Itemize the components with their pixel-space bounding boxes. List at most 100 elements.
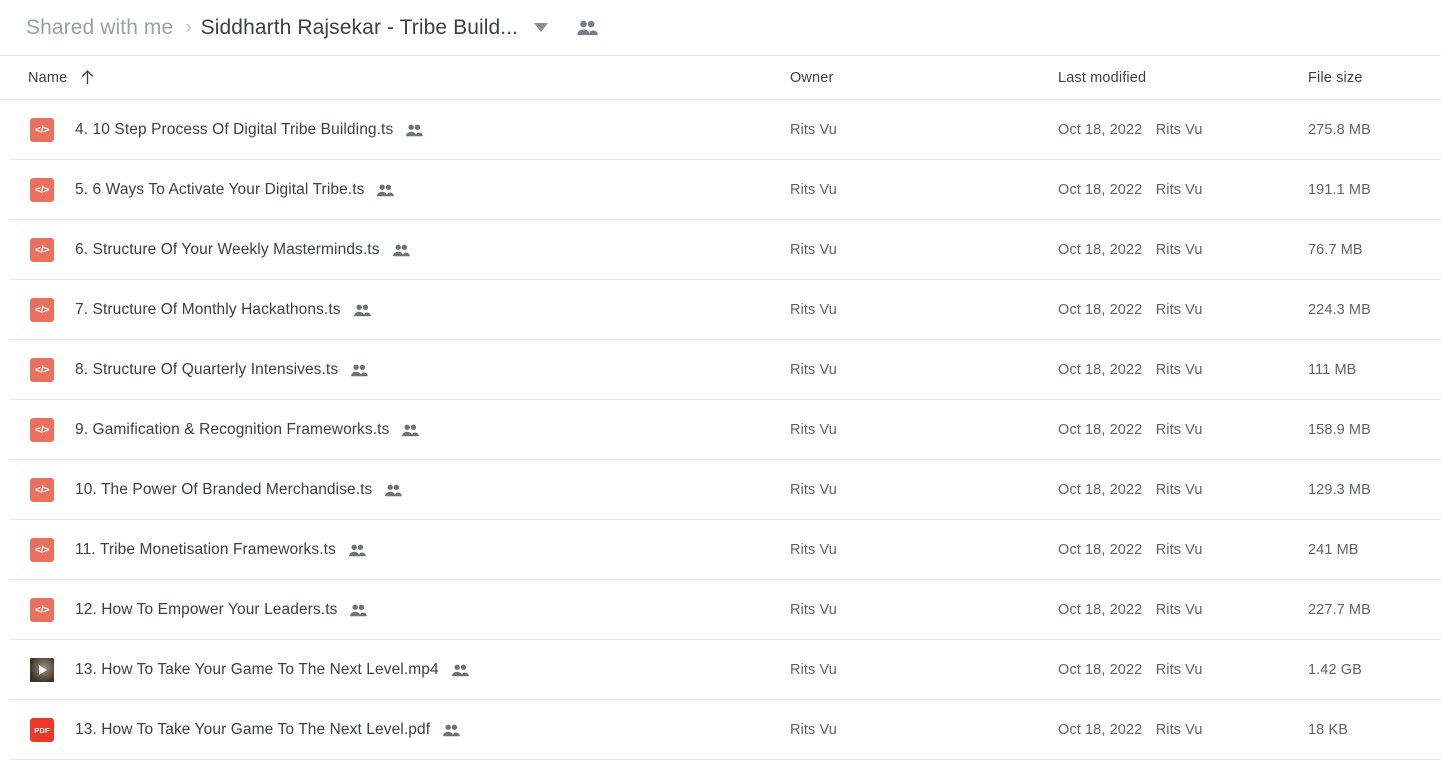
file-owner-cell: Rits Vu [790,121,1058,139]
file-name-label: 8. Structure Of Quarterly Intensives.ts [75,361,339,378]
table-row[interactable]: </> 10. The Power Of Branded Merchandise… [0,460,1441,520]
people-shared-icon [349,601,368,619]
file-size-label: 129.3 MB [1308,482,1371,498]
people-shared-icon [350,361,368,379]
people-shared-icon [376,181,395,199]
arrow-up-icon[interactable] [81,70,94,85]
file-name-cell[interactable]: 13. How To Take Your Game To The Next Le… [0,658,790,682]
code-icon-label: </> [35,364,49,376]
file-name-cell[interactable]: </> 9. Gamification & Recognition Framew… [0,418,790,442]
pdf-file-icon: PDF [30,718,54,742]
table-row[interactable]: </> 11. Tribe Monetisation Frameworks.ts… [0,520,1441,580]
file-last-modified-cell: Oct 18, 2022 Rits Vu [1058,541,1308,559]
file-name-label: 5. 6 Ways To Activate Your Digital Tribe… [75,181,365,198]
file-modified-by: Rits Vu [1155,122,1203,138]
code-file-icon: </> [30,598,54,622]
file-size-label: 18 KB [1308,722,1348,738]
file-modified-date: Oct 18, 2022 [1058,362,1143,378]
table-row[interactable]: </> 7. Structure Of Monthly Hackathons.t… [0,280,1441,340]
file-name-cell[interactable]: </> 12. How To Empower Your Leaders.ts [0,598,790,622]
video-thumbnail-icon [30,658,54,682]
column-header-owner[interactable]: Owner [790,70,1058,86]
people-shared-icon [401,421,420,439]
code-icon-label: </> [35,244,49,256]
file-modified-date: Oct 18, 2022 [1058,602,1143,618]
file-size-label: 111 MB [1308,362,1357,378]
file-name-cell[interactable]: </> 7. Structure Of Monthly Hackathons.t… [0,298,790,322]
table-row[interactable]: </> 6. Structure Of Your Weekly Mastermi… [0,220,1441,280]
file-size-cell: 227.7 MB [1308,601,1441,619]
code-file-icon: </> [30,238,54,262]
table-row[interactable]: PDF 13. How To Take Your Game To The Nex… [0,700,1441,760]
code-file-icon: </> [30,538,54,562]
file-size-cell: 129.3 MB [1308,481,1441,499]
file-size-cell: 191.1 MB [1308,181,1441,199]
code-icon-label: </> [35,184,49,196]
table-row[interactable]: </> 8. Structure Of Quarterly Intensives… [0,340,1441,400]
file-last-modified-cell: Oct 18, 2022 Rits Vu [1058,721,1308,739]
file-modified-by: Rits Vu [1155,542,1203,558]
file-size-label: 191.1 MB [1308,182,1371,198]
file-modified-date: Oct 18, 2022 [1058,302,1143,318]
people-shared-icon [384,481,403,499]
file-name-cell[interactable]: </> 5. 6 Ways To Activate Your Digital T… [0,178,790,202]
file-size-label: 224.3 MB [1308,302,1371,318]
file-name-label: 4. 10 Step Process Of Digital Tribe Buil… [75,121,394,138]
file-size-label: 241 MB [1308,542,1359,558]
file-name-cell[interactable]: PDF 13. How To Take Your Game To The Nex… [0,718,790,742]
column-header-file-size[interactable]: File size [1308,70,1441,86]
code-icon-label: </> [35,304,49,316]
table-row[interactable]: </> 4. 10 Step Process Of Digital Tribe … [0,100,1441,160]
file-size-label: 275.8 MB [1308,122,1371,138]
table-column-headers: Name Owner Last modified File size [0,56,1441,100]
code-icon-label: </> [35,544,49,556]
table-row[interactable]: 13. How To Take Your Game To The Next Le… [0,640,1441,700]
table-row[interactable]: </> 12. How To Empower Your Leaders.ts R… [0,580,1441,640]
file-size-cell: 224.3 MB [1308,301,1441,319]
file-name-label: 13. How To Take Your Game To The Next Le… [75,721,431,738]
table-row[interactable]: </> 9. Gamification & Recognition Framew… [0,400,1441,460]
file-modified-by: Rits Vu [1155,302,1203,318]
code-file-icon: </> [30,418,54,442]
file-size-cell: 18 KB [1308,721,1441,739]
file-owner-cell: Rits Vu [790,721,1058,739]
file-name-cell[interactable]: </> 4. 10 Step Process Of Digital Tribe … [0,118,790,142]
file-owner-label: Rits Vu [790,302,837,318]
file-modified-by: Rits Vu [1155,182,1203,198]
file-owner-cell: Rits Vu [790,541,1058,559]
file-name-cell[interactable]: </> 10. The Power Of Branded Merchandise… [0,478,790,502]
column-header-last-modified[interactable]: Last modified [1058,70,1308,86]
file-owner-cell: Rits Vu [790,361,1058,379]
file-name-label: 13. How To Take Your Game To The Next Le… [75,661,439,678]
file-owner-cell: Rits Vu [790,421,1058,439]
file-size-cell: 158.9 MB [1308,421,1441,439]
file-name-cell[interactable]: </> 11. Tribe Monetisation Frameworks.ts [0,538,790,562]
file-modified-date: Oct 18, 2022 [1058,662,1143,678]
column-header-name[interactable]: Name [0,70,790,86]
people-shared-icon [451,661,469,679]
file-owner-label: Rits Vu [790,122,837,138]
table-row[interactable]: </> 5. 6 Ways To Activate Your Digital T… [0,160,1441,220]
file-size-cell: 1.42 GB [1308,661,1441,679]
file-modified-by: Rits Vu [1155,422,1203,438]
file-owner-label: Rits Vu [790,482,837,498]
code-icon-label: </> [35,424,49,436]
breadcrumb-parent-shared-with-me[interactable]: Shared with me [26,16,173,40]
file-owner-label: Rits Vu [790,542,837,558]
file-last-modified-cell: Oct 18, 2022 Rits Vu [1058,121,1308,139]
file-name-cell[interactable]: </> 8. Structure Of Quarterly Intensives… [0,358,790,382]
people-shared-icon [576,17,598,39]
file-modified-date: Oct 18, 2022 [1058,722,1143,738]
file-name-cell[interactable]: </> 6. Structure Of Your Weekly Mastermi… [0,238,790,262]
breadcrumb-current-folder[interactable]: Siddharth Rajsekar - Tribe Build... [201,16,518,40]
file-size-cell: 275.8 MB [1308,121,1441,139]
chevron-down-icon[interactable] [530,17,552,39]
file-size-cell: 241 MB [1308,541,1441,559]
people-shared-icon [348,541,366,559]
file-last-modified-cell: Oct 18, 2022 Rits Vu [1058,481,1308,499]
file-modified-date: Oct 18, 2022 [1058,422,1143,438]
people-shared-icon [442,721,460,739]
file-owner-cell: Rits Vu [790,241,1058,259]
file-owner-cell: Rits Vu [790,661,1058,679]
code-file-icon: </> [30,358,54,382]
